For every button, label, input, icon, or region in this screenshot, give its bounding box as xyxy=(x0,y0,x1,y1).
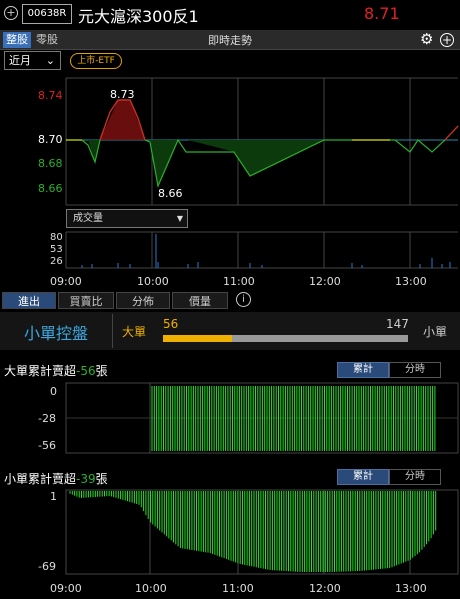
p2-x-1200: 12:00 xyxy=(309,582,341,595)
p2-x-1000: 10:00 xyxy=(135,582,167,595)
p2-x-0900: 09:00 xyxy=(50,582,82,595)
p2-x-1100: 11:00 xyxy=(222,582,254,595)
panel2-chart xyxy=(65,489,459,575)
p2-x-1300: 13:00 xyxy=(395,582,427,595)
